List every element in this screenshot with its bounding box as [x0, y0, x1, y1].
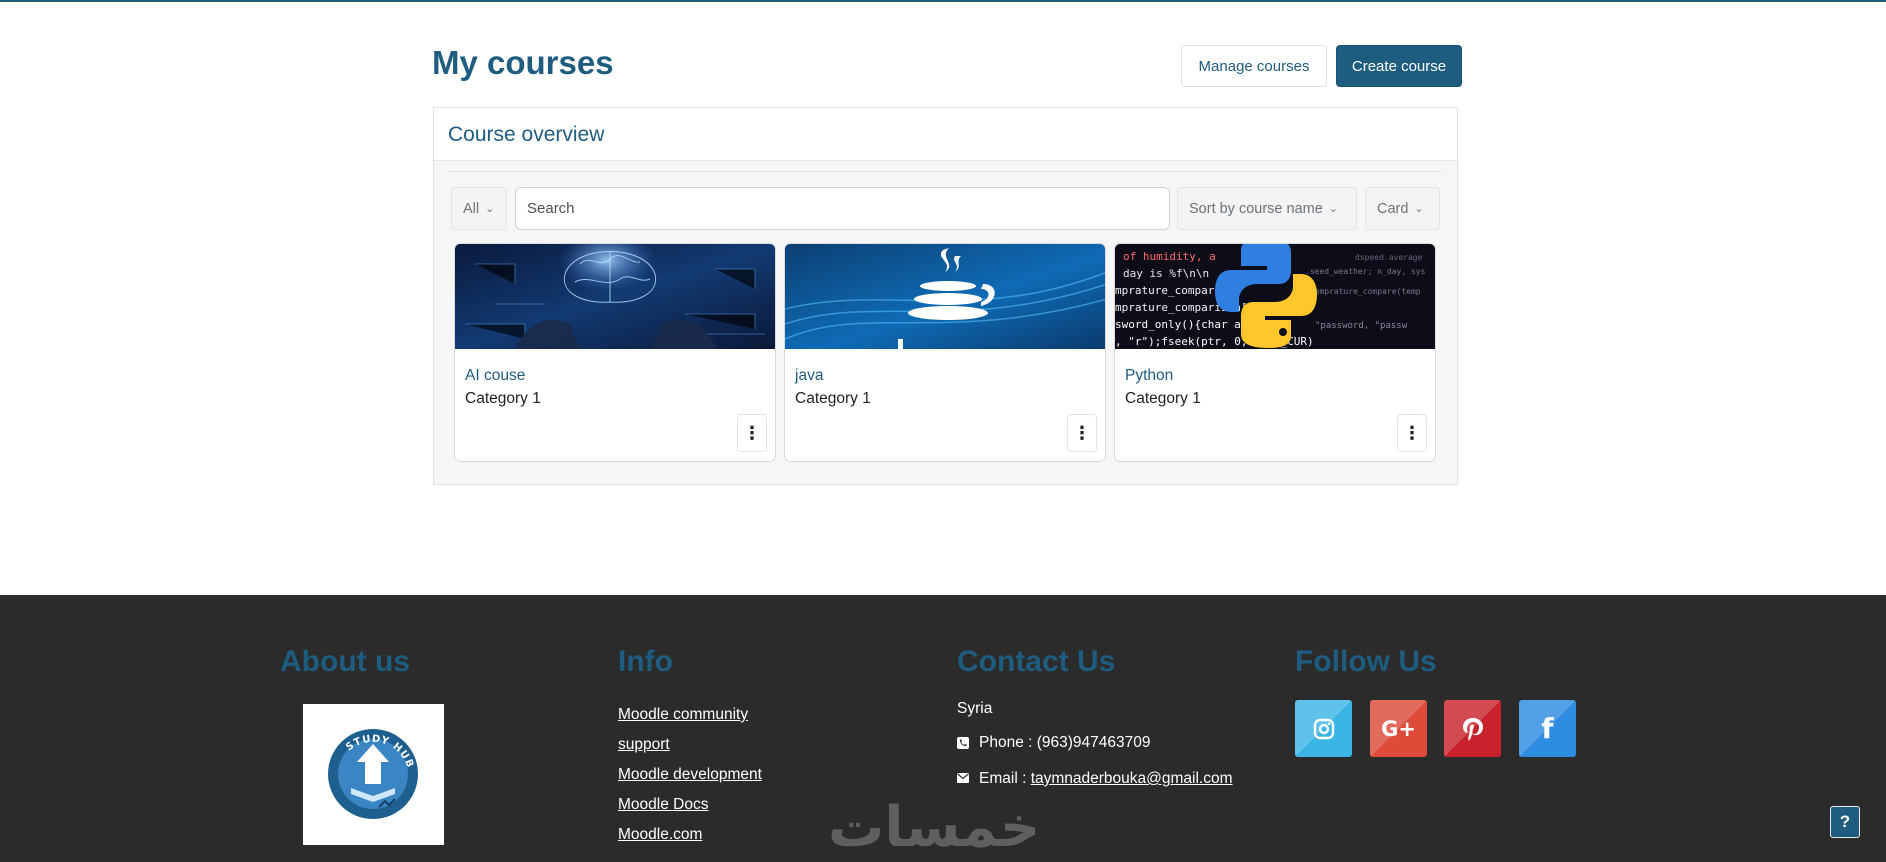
svg-text:day is %f\n\n: day is %f\n\n	[1123, 267, 1209, 280]
view-mode-value: Card	[1377, 200, 1409, 217]
google-plus-button[interactable]: G+	[1370, 700, 1427, 757]
svg-text:mprature_compari: mprature_compari	[1115, 284, 1221, 297]
chevron-down-icon: ⌄	[1414, 203, 1424, 215]
page-title: My courses	[432, 44, 614, 81]
sort-value: Sort by course name	[1189, 200, 1323, 217]
phone-label: Phone :	[979, 734, 1037, 751]
contact-location: Syria	[957, 700, 993, 717]
course-name-link[interactable]: AI couse	[465, 367, 525, 385]
kebab-menu-icon: ⋮	[1403, 422, 1421, 443]
pinterest-icon	[1462, 717, 1483, 740]
course-card[interactable]: of humidity, a day is %f\n\n mprature_co…	[1114, 243, 1436, 462]
footer-link-moodle-docs[interactable]: Moodle Docs	[618, 796, 708, 814]
view-mode-dropdown[interactable]: Card ⌄	[1365, 187, 1440, 230]
course-image-ai-brain[interactable]	[455, 244, 775, 349]
chevron-down-icon: ⌄	[1328, 203, 1339, 215]
course-actions-menu-button[interactable]: ⋮	[1067, 414, 1097, 452]
email-link[interactable]: taymnaderbouka@gmail.com	[1031, 770, 1233, 787]
chevron-down-icon: ⌄	[485, 203, 495, 215]
course-category: Category 1	[465, 390, 541, 407]
contact-us-heading: Contact Us	[957, 645, 1116, 678]
search-input[interactable]	[515, 187, 1170, 230]
course-card[interactable]: java Category 1 ⋮	[784, 243, 1106, 462]
footer-link-moodle-community[interactable]: Moodle community	[618, 706, 748, 724]
svg-text:sword_only(){char ar: sword_only(){char ar	[1115, 318, 1248, 331]
course-category: Category 1	[1125, 390, 1201, 407]
kebab-menu-icon: ⋮	[743, 422, 761, 443]
course-image-python-code[interactable]: of humidity, a day is %f\n\n mprature_co…	[1115, 244, 1435, 349]
footer-link-support[interactable]: support	[618, 736, 670, 754]
footer-link-moodle-development[interactable]: Moodle development	[618, 766, 762, 784]
instagram-icon	[1313, 718, 1334, 739]
manage-courses-button[interactable]: Manage courses	[1181, 45, 1327, 87]
svg-text:.temprature_compare(temp: .temprature_compare(temp	[1305, 287, 1421, 296]
contact-email: Email : taymnaderbouka@gmail.com	[979, 770, 1233, 788]
course-name-link[interactable]: Python	[1125, 367, 1173, 385]
contact-phone: Phone : (963)947463709	[979, 734, 1151, 752]
sort-dropdown[interactable]: Sort by course name ⌄	[1177, 187, 1357, 230]
course-category: Category 1	[795, 390, 871, 407]
course-card[interactable]: AI couse Category 1 ⋮	[454, 243, 776, 462]
course-actions-menu-button[interactable]: ⋮	[737, 414, 767, 452]
divider	[449, 171, 1442, 172]
help-button[interactable]: ?	[1830, 806, 1860, 838]
course-image-java-logo[interactable]	[785, 244, 1105, 349]
svg-text:"password, "passw: "password, "passw	[1315, 321, 1408, 331]
create-course-button[interactable]: Create course	[1336, 45, 1462, 87]
facebook-icon: f	[1541, 712, 1554, 745]
course-overview-title: Course overview	[448, 123, 605, 146]
top-accent-line	[0, 0, 1886, 2]
email-label: Email :	[979, 770, 1031, 787]
email-icon	[957, 773, 969, 783]
kebab-menu-icon: ⋮	[1073, 422, 1091, 443]
footer-link-moodle-com[interactable]: Moodle.com	[618, 826, 702, 844]
facebook-button[interactable]: f	[1519, 700, 1576, 757]
info-heading: Info	[618, 645, 673, 678]
watermark-logo: خمسات	[828, 795, 1041, 860]
google-plus-icon: G+	[1381, 716, 1416, 741]
pinterest-button[interactable]	[1444, 700, 1501, 757]
about-us-heading: About us	[280, 645, 410, 678]
course-name-link[interactable]: java	[795, 367, 823, 385]
svg-text:of humidity, a: of humidity, a	[1123, 250, 1216, 263]
instagram-button[interactable]	[1295, 700, 1352, 757]
grouping-filter-dropdown[interactable]: All ⌄	[451, 187, 507, 230]
phone-icon	[957, 737, 969, 749]
course-overview-block: Course overview All ⌄ Sort by course nam…	[433, 107, 1458, 485]
svg-text:dspeed.average: dspeed.average	[1355, 253, 1423, 262]
course-overview-header: Course overview	[434, 108, 1457, 161]
svg-text:.seed_weather; n_day, sys: .seed_weather; n_day, sys	[1305, 267, 1426, 276]
phone-number: (963)947463709	[1036, 734, 1151, 751]
study-hub-logo: STUDY HUB	[303, 704, 444, 845]
grouping-filter-value: All	[463, 200, 480, 217]
course-actions-menu-button[interactable]: ⋮	[1397, 414, 1427, 452]
follow-us-heading: Follow Us	[1295, 645, 1437, 678]
